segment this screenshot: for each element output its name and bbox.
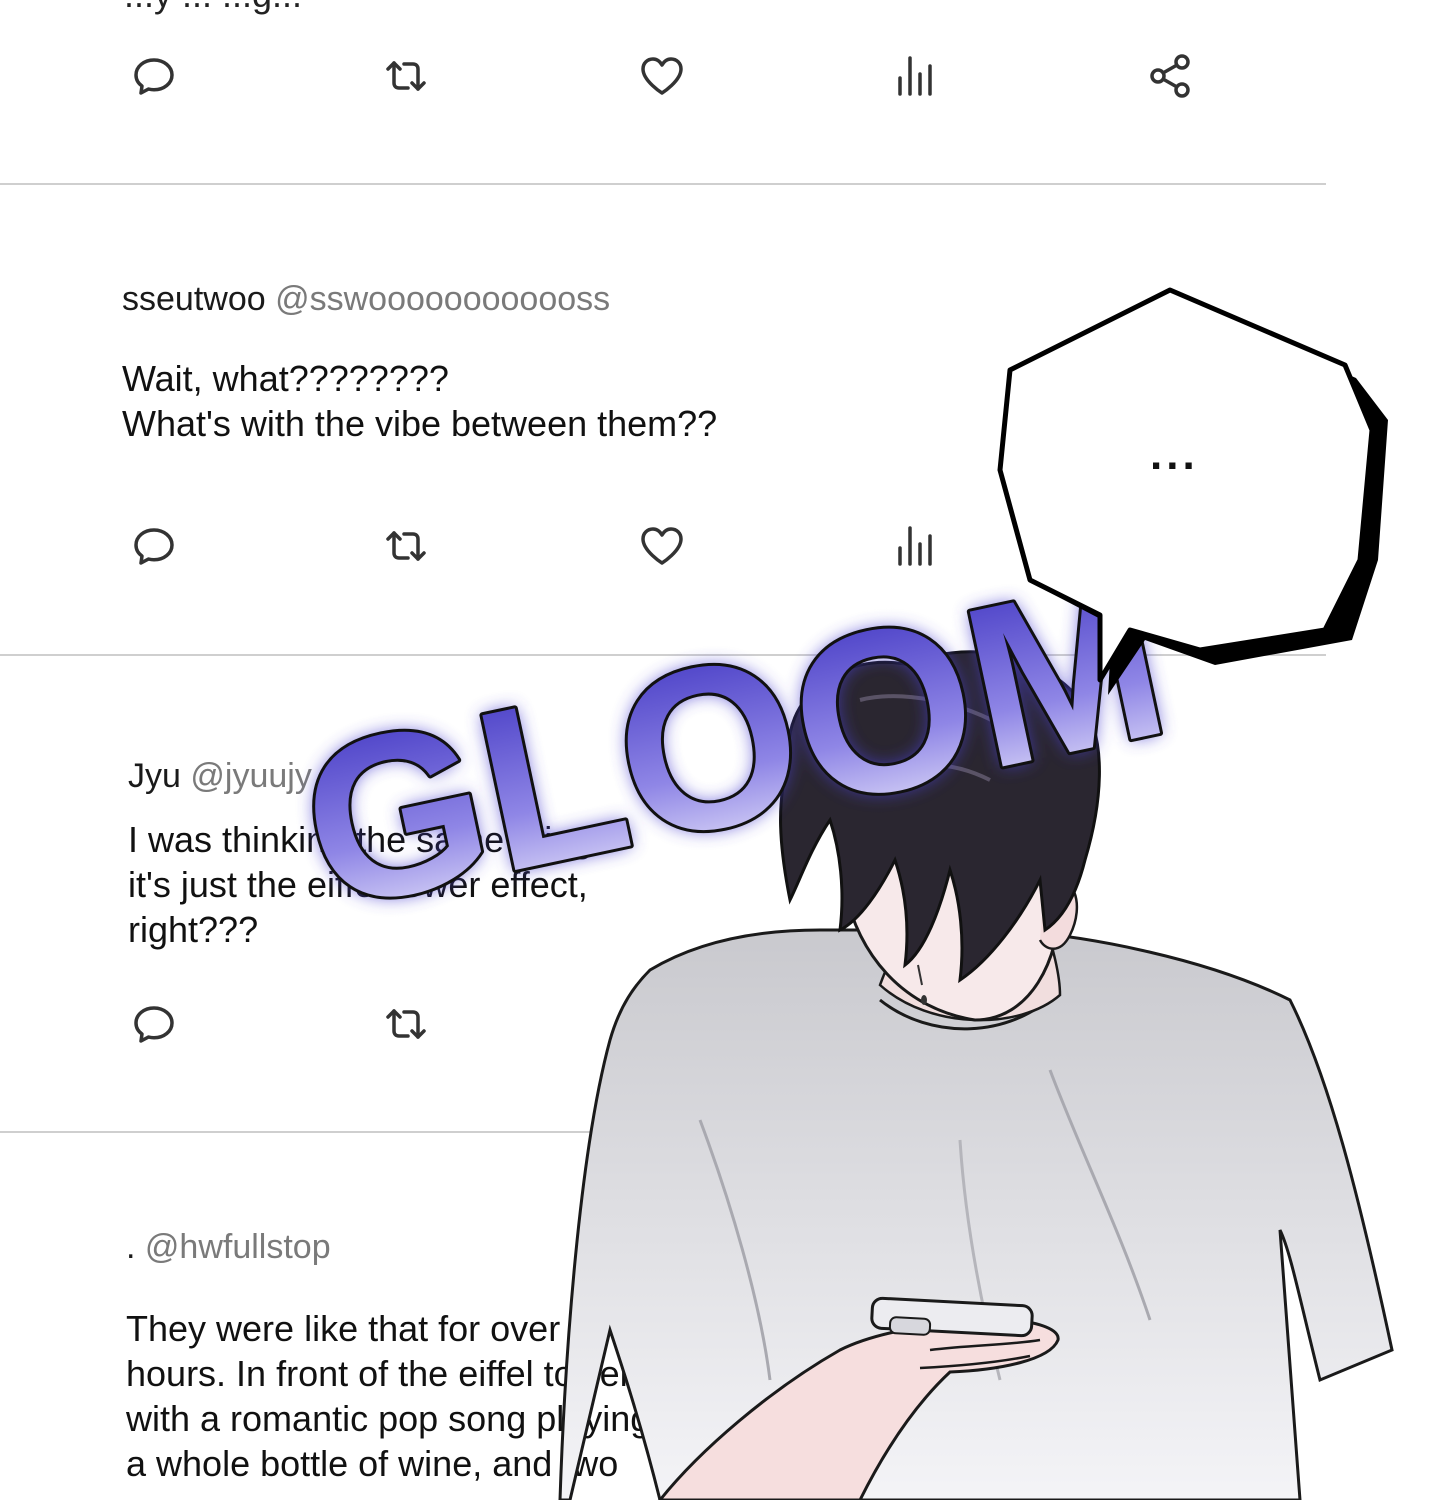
author-handle: @sswoooooooooooss: [275, 280, 611, 318]
like-icon[interactable]: [632, 516, 692, 576]
post-line: They were like that for over: [126, 1308, 561, 1349]
character: [558, 650, 1394, 1500]
speech-bubble-text: ...: [1150, 430, 1199, 479]
post-author[interactable]: Jyu @jyuujy: [128, 757, 312, 796]
speech-bubble: [997, 287, 1388, 695]
previous-post-text-fragment: ...y ... ...g...: [0, 0, 1440, 40]
reply-icon[interactable]: [124, 994, 184, 1054]
post-line: right???: [128, 909, 259, 950]
reply-icon[interactable]: [124, 46, 184, 106]
author-handle: @hwfullstop: [144, 1228, 331, 1266]
post-line: Wait, what????????: [122, 358, 449, 399]
views-icon[interactable]: [886, 516, 946, 576]
post-divider: [0, 654, 1326, 656]
post-divider: [0, 1131, 1326, 1133]
retweet-icon[interactable]: [376, 994, 436, 1054]
post-line: hours. In front of the eiffel tower: [126, 1353, 632, 1394]
post-author[interactable]: . @hwfullstop: [126, 1228, 331, 1267]
post-line: What's with the vibe between them??: [122, 403, 718, 444]
share-icon[interactable]: [1140, 46, 1200, 106]
retweet-icon[interactable]: [376, 516, 436, 576]
post-body: I was thinking the same thing. it's just…: [128, 817, 602, 952]
author-name: sseutwoo: [122, 280, 266, 318]
post-line: with a romantic pop song playing: [126, 1398, 651, 1439]
post-line: a whole bottle of wine, and two: [126, 1443, 619, 1484]
previous-post-actions: [0, 46, 1326, 116]
like-icon[interactable]: [632, 46, 692, 106]
author-name: .: [126, 1228, 136, 1266]
post-actions: [0, 516, 1326, 586]
views-icon[interactable]: [886, 46, 946, 106]
post-body: They were like that for over hours. In f…: [126, 1306, 650, 1486]
previous-post-text: ...y ... ...g...: [124, 0, 302, 16]
post-line: it's just the eiffel tower effect,: [128, 864, 588, 905]
author-name: Jyu: [128, 757, 181, 795]
author-handle: @jyuujy: [190, 757, 312, 795]
reply-icon[interactable]: [124, 516, 184, 576]
post-actions: [0, 994, 1326, 1064]
post-line: I was thinking the same thing.: [128, 819, 603, 860]
post-author[interactable]: sseutwoo @sswoooooooooooss: [122, 280, 610, 319]
retweet-icon[interactable]: [376, 46, 436, 106]
post-divider: [0, 183, 1326, 185]
comic-illustration: GLOOM GLOOM: [279, 287, 1394, 1500]
post-body: Wait, what???????? What's with the vibe …: [122, 356, 717, 446]
